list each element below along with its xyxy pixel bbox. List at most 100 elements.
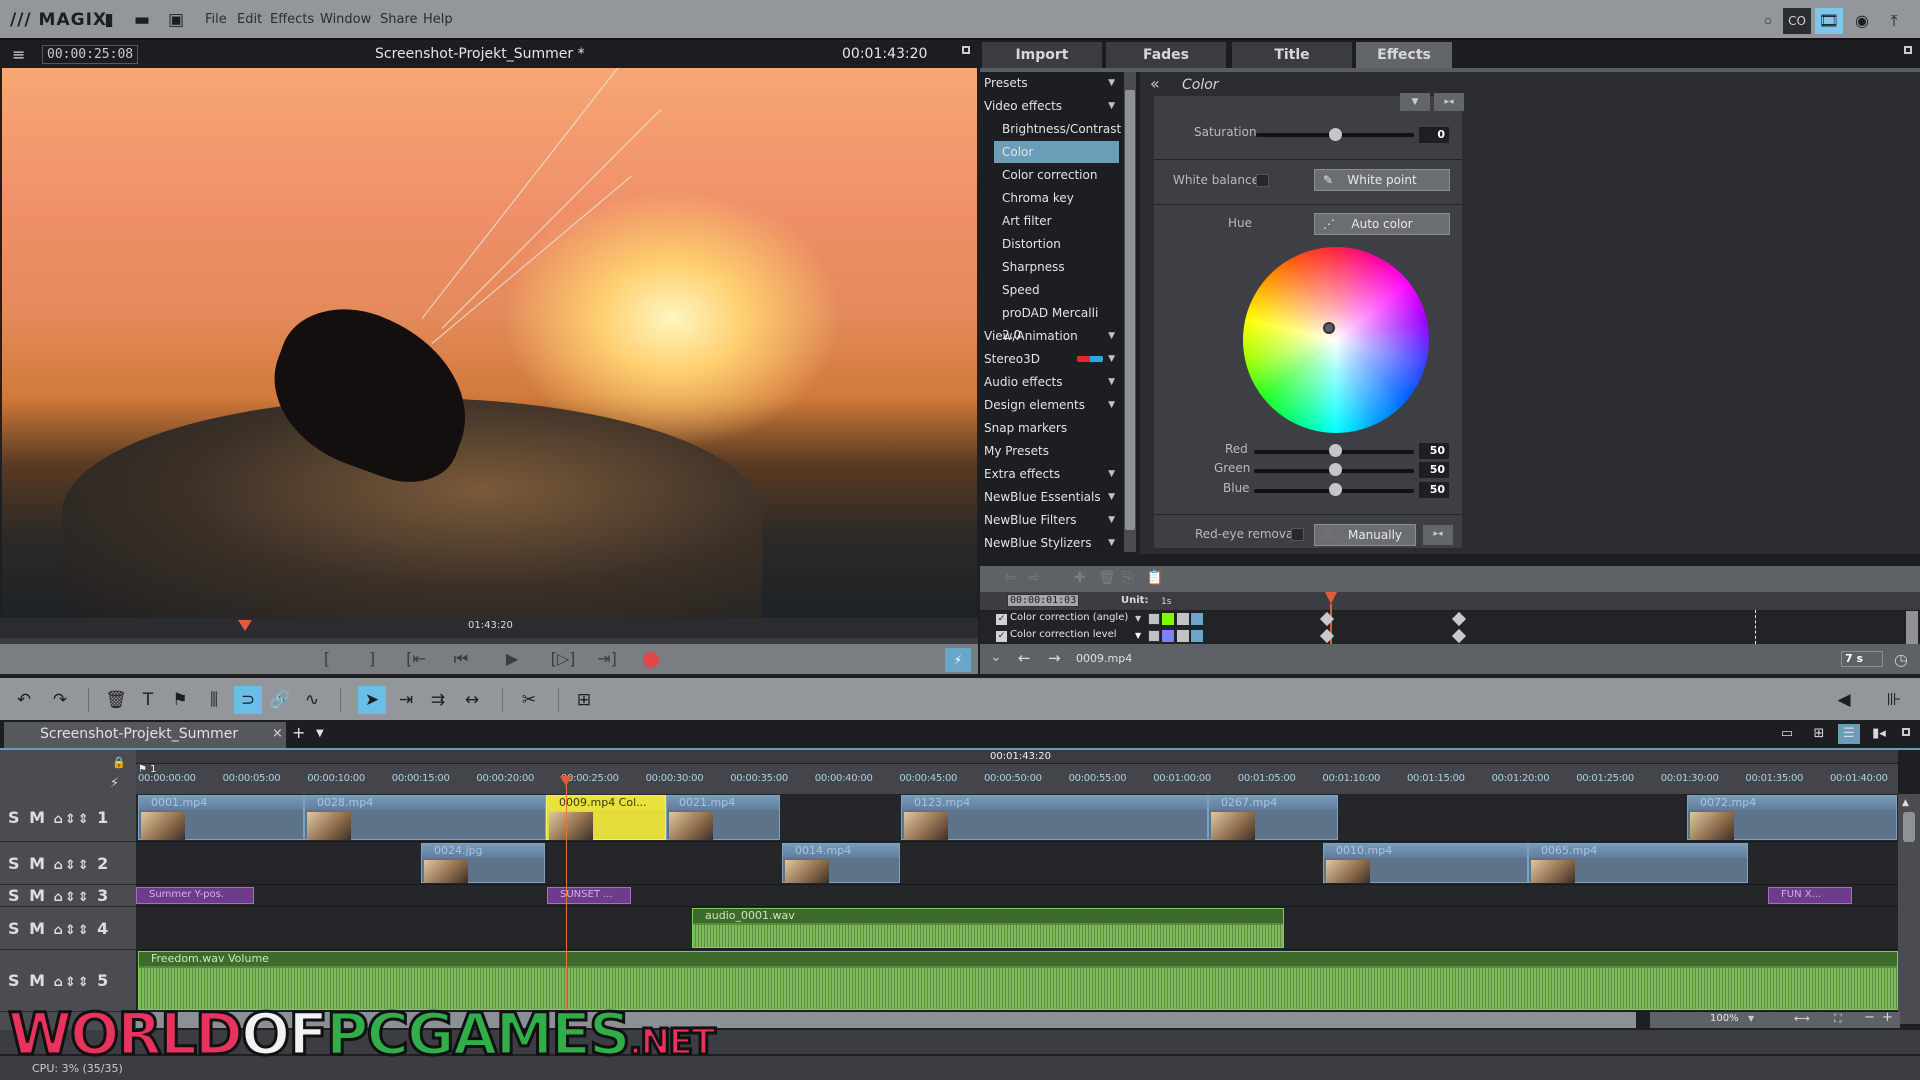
menu-help[interactable]: Help [423, 12, 453, 27]
solo-mute-buttons[interactable]: S M [8, 886, 47, 905]
menu-edit[interactable]: Edit [237, 12, 262, 27]
effect-item[interactable]: Extra effects ▼ [984, 463, 1119, 485]
menu-window[interactable]: Window [320, 12, 371, 27]
track-lock-height-icons[interactable]: ⌂⇕⇕ [47, 923, 97, 938]
zoom-in-icon[interactable]: + [1882, 1010, 1893, 1025]
expand-arrow-icon[interactable]: ▼ [1108, 348, 1115, 370]
effect-item[interactable]: NewBlue Filters ▼ [984, 509, 1119, 531]
reset-button[interactable]: ▸◂ [1434, 93, 1464, 111]
lock-icon[interactable]: 🔒 [112, 756, 126, 769]
effect-item[interactable]: Color [994, 141, 1119, 163]
timeline-vertical-scrollbar[interactable]: ▲ [1898, 794, 1920, 1024]
audio-clip[interactable]: audio_0001.wav [692, 908, 1284, 948]
effect-item[interactable]: Color correction [994, 164, 1119, 186]
magnet-snap-icon[interactable]: ⊃ [234, 686, 262, 714]
effect-item[interactable]: NewBlue Stylizers ▼ [984, 532, 1119, 554]
row-dropdown-icon[interactable]: ▼ [1135, 631, 1141, 640]
previous-clip-arrow-icon[interactable]: ← [1018, 649, 1031, 667]
duration-field[interactable]: 7 s [1841, 651, 1883, 667]
menu-file[interactable]: File [205, 12, 227, 27]
playhead-marker[interactable] [238, 620, 252, 631]
effect-item[interactable]: Presets ▼ [984, 72, 1119, 94]
preset-dropdown-button[interactable]: ▼ [1400, 93, 1430, 111]
close-tab-icon[interactable]: × [272, 726, 283, 741]
keyframe-playhead[interactable] [1325, 592, 1337, 604]
tab-import[interactable]: Import [982, 42, 1102, 68]
video-clip[interactable]: 0010.mp4 [1323, 843, 1528, 883]
disc-icon[interactable]: ◉ [1848, 8, 1876, 34]
expand-arrow-icon[interactable]: ▼ [1108, 371, 1115, 393]
single-view-icon[interactable]: ▭ [1776, 724, 1798, 744]
paste-keyframe-icon[interactable]: 📋 [1146, 570, 1163, 586]
fit-width-icon[interactable]: ⟷ [1794, 1012, 1810, 1025]
white-balance-checkbox[interactable] [1256, 174, 1269, 187]
keyframe-scrollbar[interactable] [1906, 611, 1918, 644]
zoom-out-icon[interactable]: − [1864, 1010, 1875, 1025]
snapshot-icon[interactable] [1148, 630, 1160, 642]
green-slider-knob[interactable] [1329, 463, 1342, 476]
curve-color-swatch[interactable] [1162, 613, 1174, 625]
effect-item[interactable]: Distortion [994, 233, 1119, 255]
video-clip[interactable]: 0028.mp4 [304, 795, 546, 840]
effect-item[interactable]: Video effects ▼ [984, 95, 1119, 117]
video-clip[interactable]: 0024.jpg [421, 843, 545, 883]
effect-item[interactable]: My Presets [984, 440, 1119, 462]
maximize-preview-icon[interactable] [962, 46, 970, 54]
go-to-in-button[interactable]: [⇤ [401, 648, 431, 670]
video-clip[interactable]: 0072.mp4 [1687, 795, 1897, 840]
effect-item[interactable]: Chroma key [994, 187, 1119, 209]
expand-arrow-icon[interactable]: ▼ [1108, 72, 1115, 94]
maximize-panel-icon[interactable] [1904, 46, 1912, 54]
vertical-scroll-thumb[interactable] [1903, 812, 1915, 842]
snapshot-icon[interactable] [1148, 613, 1160, 625]
video-clip[interactable]: 0065.mp4 [1528, 843, 1748, 883]
marker-flag-icon[interactable]: ⚑ [166, 686, 194, 714]
video-clip[interactable]: 0009.mp4 Col... [546, 795, 666, 840]
solo-mute-buttons[interactable]: S M [8, 971, 47, 990]
hamburger-menu-icon[interactable]: ≡ [12, 45, 25, 64]
redo-icon[interactable]: ↷ [46, 686, 74, 714]
mixer-icon[interactable]: ⊪ [1880, 686, 1908, 714]
play-button[interactable]: ▶ [497, 648, 527, 670]
hue-wheel-handle[interactable] [1323, 322, 1335, 334]
timeline-view-icon[interactable]: ☰ [1838, 724, 1860, 744]
row-checkbox[interactable]: ✓ [996, 614, 1007, 625]
mark-in-button[interactable]: [ [312, 648, 342, 670]
white-point-button[interactable]: ✎ White point [1314, 169, 1450, 191]
clock-icon[interactable]: ◷ [1894, 650, 1908, 669]
blue-value[interactable]: 50 [1419, 482, 1449, 498]
expand-arrow-icon[interactable]: ▼ [1108, 509, 1115, 531]
open-folder-icon[interactable]: ▬ [133, 10, 151, 30]
redo-keyframe-icon[interactable]: ⇨ [1028, 570, 1040, 586]
effect-item[interactable]: Audio effects ▼ [984, 371, 1119, 393]
back-double-chevron-icon[interactable]: « [1150, 74, 1160, 93]
collapse-icon[interactable]: ⌄ [990, 649, 1002, 665]
expand-arrow-icon[interactable]: ▼ [1108, 325, 1115, 347]
flash-icon[interactable]: ⚡ [945, 648, 971, 672]
visibility-eye-icon[interactable] [1177, 630, 1189, 642]
track-row-3[interactable] [136, 885, 1898, 907]
effect-item[interactable]: Snap markers [984, 417, 1119, 439]
multicam-view-icon[interactable]: ▮◂ [1868, 724, 1890, 744]
volume-icon[interactable]: ◀ [1830, 686, 1858, 714]
menu-effects[interactable]: Effects [270, 12, 314, 27]
zoom-dropdown-icon[interactable]: ▼ [1748, 1014, 1754, 1023]
video-clip[interactable]: 0014.mp4 [782, 843, 900, 883]
delete-icon[interactable]: 🗑 [102, 686, 130, 714]
upload-icon[interactable]: ⤒ [1880, 8, 1908, 34]
video-clip[interactable]: 0123.mp4 [901, 795, 1208, 840]
unlink-icon[interactable]: ∿ [298, 686, 326, 714]
expand-arrow-icon[interactable]: ▼ [1108, 95, 1115, 117]
hue-color-wheel[interactable] [1243, 247, 1429, 433]
title-clip[interactable]: FUN X... [1768, 887, 1852, 904]
solo-mute-buttons[interactable]: S M [8, 854, 47, 873]
effect-item[interactable]: proDAD Mercalli 2.0 [994, 302, 1119, 342]
title-clip[interactable]: SUNSET ... [547, 887, 631, 904]
dot-icon[interactable]: ○ [1754, 8, 1782, 34]
expand-arrow-icon[interactable]: ▼ [1108, 486, 1115, 508]
video-clip[interactable]: 0021.mp4 [666, 795, 780, 840]
saturation-slider-knob[interactable] [1329, 128, 1342, 141]
record-button[interactable] [643, 652, 659, 668]
video-clip[interactable]: 0001.mp4 [138, 795, 304, 840]
go-to-out-button[interactable]: ⇥] [592, 648, 622, 670]
